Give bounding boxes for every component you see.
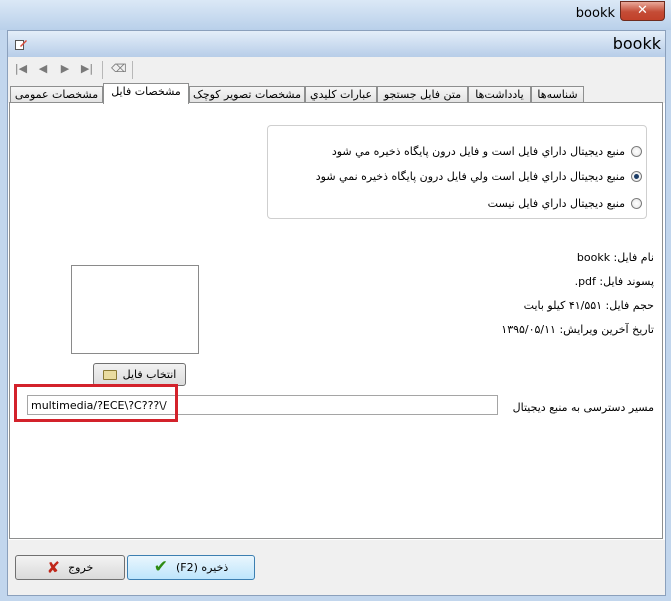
radio-option-not-stored[interactable]: منبع ديجيتال داراي فايل است ولي فايل درو… — [316, 168, 642, 184]
file-name-info: نام فایل: bookk — [576, 251, 654, 264]
footer-bar: ذخیره (F2) ✔ خروج ✘ — [8, 540, 665, 595]
form-header: bookk — [8, 31, 665, 57]
last-edit-date-info: تاریخ آخرین ویرایش: ۱۳۹۵/۰۵/۱۱ — [501, 323, 654, 336]
toolbar-separator — [102, 61, 103, 79]
radio-option-stored[interactable]: منبع ديجيتال داراي فايل است و فايل درون … — [332, 143, 642, 159]
path-label: مسیر دسترسی به منبع دیجیتال — [512, 401, 654, 414]
select-file-label: انتخاب فایل — [122, 368, 177, 381]
close-window-button[interactable]: ✕ — [620, 1, 665, 21]
file-extension-info: پسوند فایل: pdf. — [574, 275, 654, 288]
radio-label: منبع ديجيتال داراي فايل است و فايل درون … — [331, 144, 625, 158]
toolbar-separator — [132, 61, 133, 79]
previous-record-icon[interactable]: ◀ — [36, 62, 50, 76]
file-size-info: حجم فایل: ۴۱/۵۵۱ کیلو بایت — [523, 299, 654, 312]
exit-button-label: خروج — [68, 561, 94, 574]
radio-button[interactable] — [631, 145, 642, 157]
cross-icon: ✘ — [46, 557, 61, 577]
digital-source-path-input[interactable] — [27, 395, 498, 415]
file-specs-panel: منبع ديجيتال داراي فايل است و فايل درون … — [9, 102, 663, 539]
radio-button-selected[interactable] — [631, 170, 642, 182]
tab-general-specs[interactable]: مشخصات عمومی — [10, 86, 103, 103]
form-title: bookk — [612, 34, 661, 53]
edit-icon — [15, 40, 27, 50]
eraser-icon[interactable]: ⌫ — [111, 62, 127, 76]
window-title: bookk — [575, 6, 615, 21]
radio-label: منبع ديجيتال داراي فايل است ولي فايل درو… — [315, 169, 625, 183]
radio-option-no-file[interactable]: منبع ديجيتال داراي فايل نيست — [488, 195, 642, 211]
tab-file-specs[interactable]: مشخصات فايل — [103, 83, 189, 104]
tab-identifiers[interactable]: شناسه‌ها — [531, 86, 584, 103]
client-area: bookk |◀ ◀ ▶ ▶| ⌫ شناسه‌ها یادداشت‌ها مت… — [7, 30, 666, 596]
checkmark-icon: ✔ — [153, 557, 168, 577]
last-record-icon[interactable]: ▶| — [80, 62, 94, 76]
tab-notes[interactable]: یادداشت‌ها — [468, 86, 531, 103]
first-record-icon[interactable]: |◀ — [14, 62, 28, 76]
tab-keywords[interactable]: عبارات کلیدي — [305, 86, 377, 103]
radio-button[interactable] — [631, 197, 642, 209]
radio-label: منبع ديجيتال داراي فايل نيست — [487, 196, 625, 210]
next-record-icon[interactable]: ▶ — [58, 62, 72, 76]
tab-search-text[interactable]: متن فایل جستجو — [377, 86, 468, 103]
save-button-label: ذخیره (F2) — [176, 561, 229, 574]
save-button[interactable]: ذخیره (F2) ✔ — [127, 555, 255, 580]
storage-option-group: منبع ديجيتال داراي فايل است و فايل درون … — [267, 125, 647, 219]
select-file-button[interactable]: انتخاب فایل — [93, 363, 186, 386]
thumbnail-preview — [71, 265, 199, 354]
tab-thumbnail-specs[interactable]: مشخصات تصوير کوچک — [189, 86, 305, 103]
title-bar: bookk ✕ — [0, 0, 671, 30]
record-toolbar: |◀ ◀ ▶ ▶| ⌫ — [8, 57, 665, 84]
exit-button[interactable]: خروج ✘ — [15, 555, 125, 580]
app-window: bookk ✕ bookk |◀ ◀ ▶ ▶| ⌫ شناسه‌ها یاددا… — [0, 0, 671, 601]
tab-strip: شناسه‌ها یادداشت‌ها متن فایل جستجو عبارا… — [8, 83, 665, 104]
folder-icon — [102, 369, 117, 380]
